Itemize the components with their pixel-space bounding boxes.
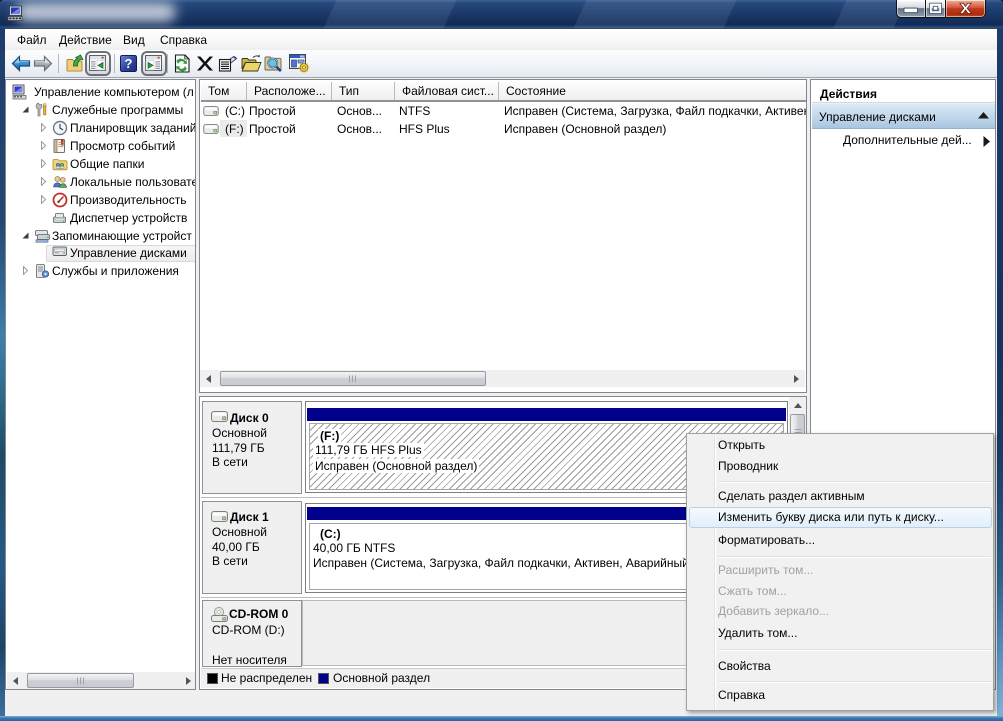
svg-text:?: ? (125, 56, 133, 71)
